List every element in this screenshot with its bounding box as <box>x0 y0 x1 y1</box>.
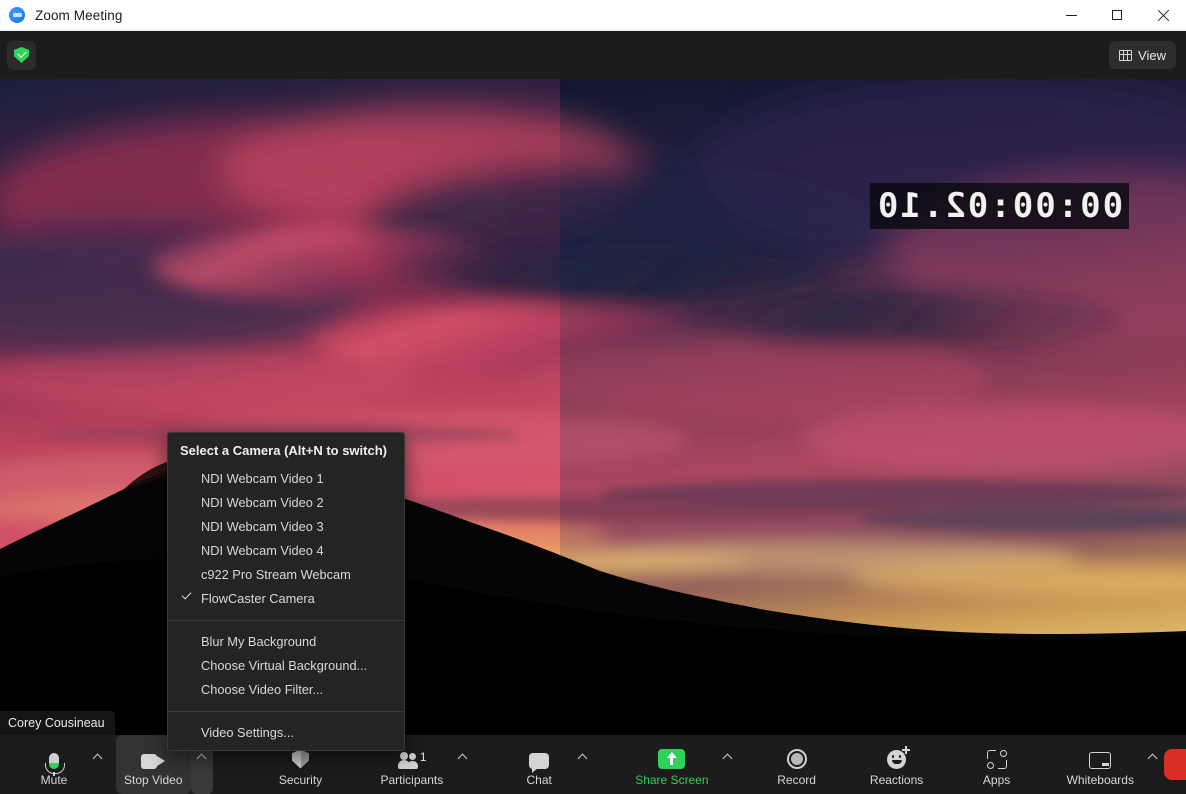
audio-options-caret[interactable] <box>86 735 108 794</box>
mute-button[interactable]: Mute <box>22 735 86 794</box>
grid-layout-icon <box>1119 49 1133 61</box>
record-button[interactable]: Record <box>765 735 829 794</box>
participants-label: Participants <box>380 772 444 787</box>
camera-icon <box>141 745 166 769</box>
menu-item-virtual-background[interactable]: Choose Virtual Background... <box>168 654 404 678</box>
smiley-plus-icon <box>887 745 911 769</box>
window-title: Zoom Meeting <box>35 7 123 23</box>
menu-item-label: Choose Video Filter... <box>201 682 324 697</box>
checkmark-icon <box>181 589 192 600</box>
menu-item-blur-background[interactable]: Blur My Background <box>168 630 404 654</box>
chat-label: Chat <box>526 772 552 787</box>
encryption-status-button[interactable] <box>7 40 36 70</box>
stop-video-label: Stop Video <box>124 772 183 787</box>
whiteboards-control-group: Whiteboards <box>1059 735 1164 794</box>
maximize-button[interactable] <box>1094 0 1140 31</box>
video-timecode-overlay: 00:00:02.10 <box>869 183 1129 229</box>
camera-option-c922[interactable]: c922 Pro Stream Webcam <box>168 563 404 587</box>
window-controls <box>1048 0 1186 31</box>
apps-icon <box>986 745 1007 769</box>
share-screen-button[interactable]: Share Screen <box>627 735 716 794</box>
menu-separator-2 <box>168 711 404 712</box>
meeting-top-bar: View <box>0 31 1186 79</box>
whiteboards-button[interactable]: Whiteboards <box>1059 735 1142 794</box>
menu-separator-1 <box>168 620 404 621</box>
menu-item-label: Choose Virtual Background... <box>201 658 368 673</box>
security-label: Security <box>278 772 323 787</box>
whiteboard-icon <box>1089 745 1112 769</box>
microphone-icon <box>45 745 65 776</box>
green-shield-check-icon <box>14 47 29 63</box>
speech-bubble-icon <box>529 745 550 773</box>
menu-item-label: Video Settings... <box>201 725 294 740</box>
camera-option-label: NDI Webcam Video 2 <box>201 495 324 510</box>
chat-caret[interactable] <box>571 735 593 794</box>
maximize-icon <box>1112 10 1122 20</box>
apps-button[interactable]: Apps <box>965 735 1029 794</box>
chat-control-group: Chat <box>507 735 593 794</box>
select-camera-menu: Select a Camera (Alt+N to switch) NDI We… <box>167 432 405 751</box>
camera-option-ndi-2[interactable]: NDI Webcam Video 2 <box>168 491 404 515</box>
record-circle-icon <box>786 745 807 769</box>
participants-count: 1 <box>419 749 427 764</box>
share-control-group: Share Screen <box>627 735 738 794</box>
camera-menu-header: Select a Camera (Alt+N to switch) <box>180 443 387 458</box>
camera-option-ndi-1[interactable]: NDI Webcam Video 1 <box>168 467 404 491</box>
minimize-button[interactable] <box>1048 0 1094 31</box>
whiteboards-label: Whiteboards <box>1066 772 1134 787</box>
whiteboards-caret[interactable] <box>1142 735 1164 794</box>
camera-option-ndi-4[interactable]: NDI Webcam Video 4 <box>168 539 404 563</box>
close-button[interactable] <box>1140 0 1186 31</box>
view-button[interactable]: View <box>1109 41 1176 69</box>
menu-item-video-settings[interactable]: Video Settings... <box>168 721 404 750</box>
record-label: Record <box>777 772 816 787</box>
camera-option-label: FlowCaster Camera <box>201 591 315 606</box>
share-caret[interactable] <box>717 735 739 794</box>
end-meeting-button[interactable]: End <box>1163 749 1186 780</box>
zoom-meeting-window: Zoom Meeting View 00:00:02.10 Corey Cous… <box>0 0 1186 794</box>
reactions-button[interactable]: Reactions <box>865 735 929 794</box>
share-screen-label: Share Screen <box>635 772 709 787</box>
camera-option-flowcaster[interactable]: FlowCaster Camera <box>168 587 404 611</box>
share-arrow-icon <box>658 745 686 769</box>
chat-button[interactable]: Chat <box>507 735 571 794</box>
window-title-bar: Zoom Meeting <box>0 0 1186 31</box>
camera-option-ndi-3[interactable]: NDI Webcam Video 3 <box>168 515 404 539</box>
participants-caret[interactable] <box>451 735 473 794</box>
minimize-icon <box>1065 14 1077 16</box>
camera-option-label: c922 Pro Stream Webcam <box>201 567 351 582</box>
camera-option-label: NDI Webcam Video 1 <box>201 471 324 486</box>
close-icon <box>1157 9 1169 21</box>
menu-item-label: Blur My Background <box>201 634 317 649</box>
reactions-label: Reactions <box>869 772 924 787</box>
menu-item-video-filter[interactable]: Choose Video Filter... <box>168 678 404 702</box>
view-button-label: View <box>1138 47 1166 63</box>
camera-option-label: NDI Webcam Video 4 <box>201 543 324 558</box>
apps-label: Apps <box>982 772 1011 787</box>
camera-option-label: NDI Webcam Video 3 <box>201 519 324 534</box>
participant-name-badge: Corey Cousineau <box>0 711 115 735</box>
zoom-logo-icon <box>9 7 25 23</box>
audio-control-group: Mute <box>22 735 108 794</box>
